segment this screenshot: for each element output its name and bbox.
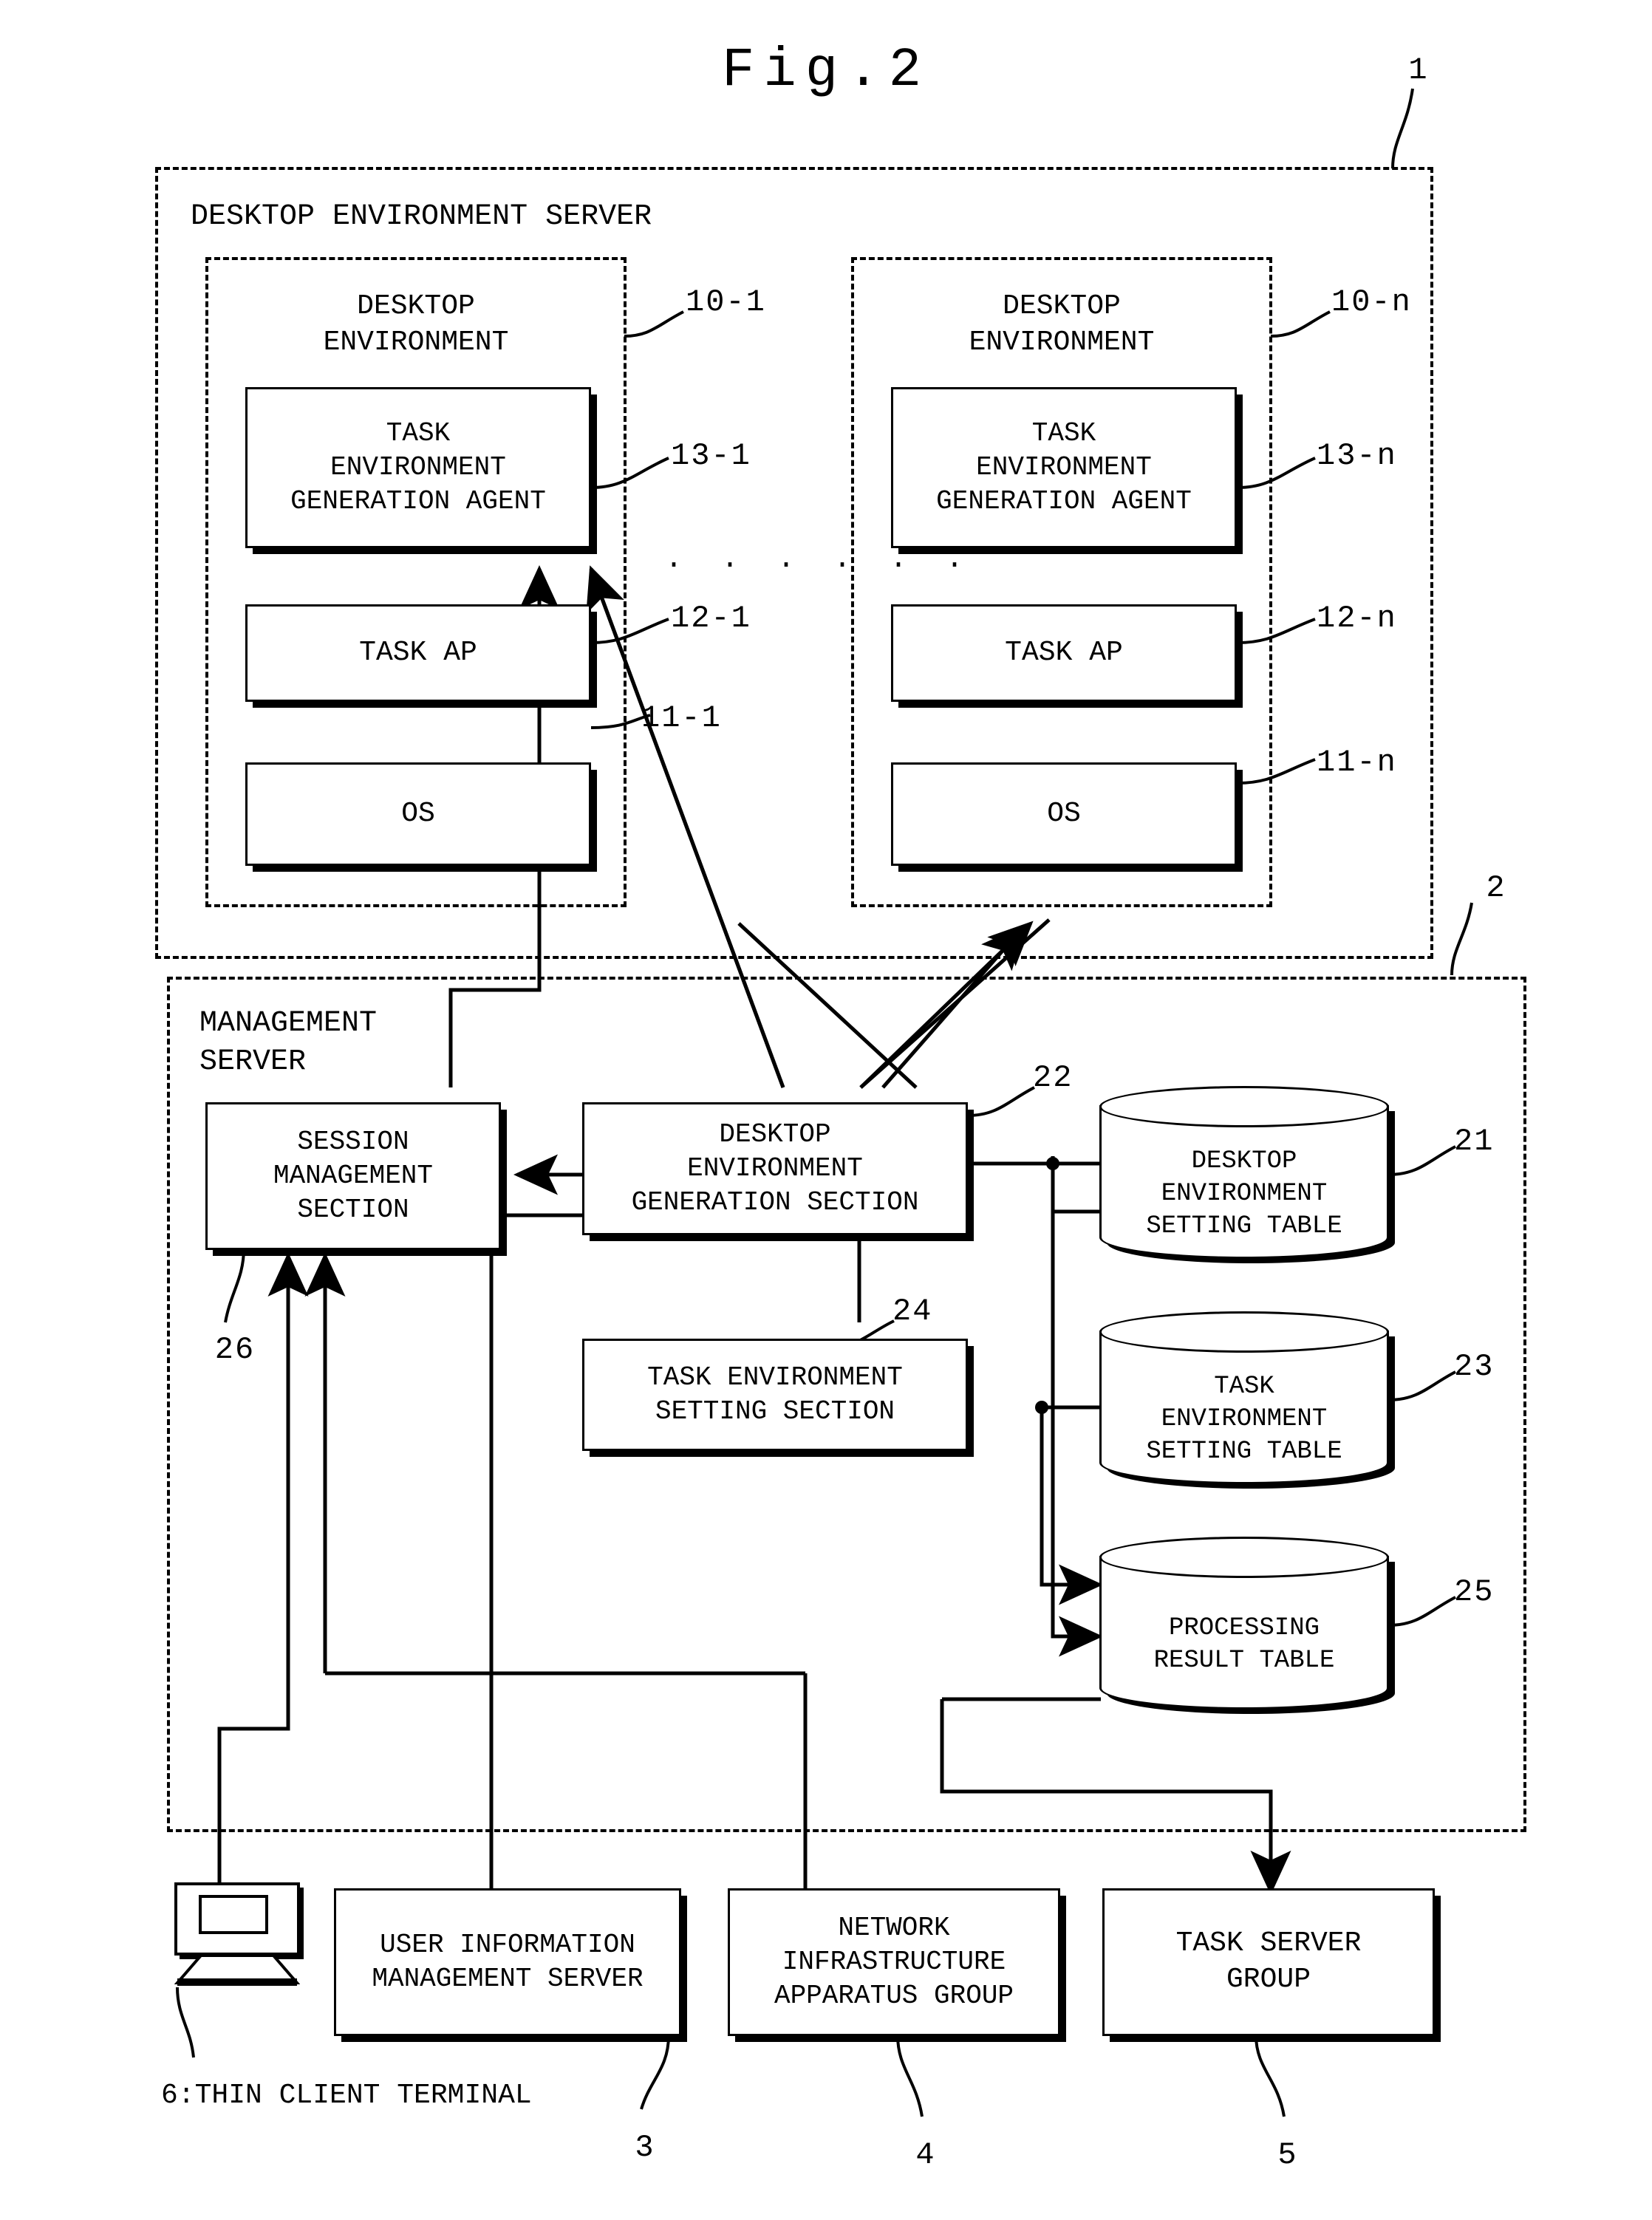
desktop-environment-generation-section-label: DESKTOP ENVIRONMENT GENERATION SECTION bbox=[631, 1118, 919, 1218]
ref-task-environment-setting-section: 24 bbox=[892, 1294, 933, 1329]
ref-agent-n: 13-n bbox=[1317, 438, 1397, 474]
ref-desktop-environment-setting-table: 21 bbox=[1454, 1124, 1495, 1159]
thin-client-terminal-label: 6:THIN CLIENT TERMINAL bbox=[161, 2080, 532, 2111]
ref-os-n: 11-n bbox=[1317, 745, 1397, 780]
ref-task-ap-1: 12-1 bbox=[671, 601, 751, 636]
cylinder-top bbox=[1099, 1086, 1389, 1127]
user-information-management-server[interactable]: USER INFORMATION MANAGEMENT SERVER bbox=[334, 1888, 681, 2036]
desktop-environment-1-label: DESKTOP ENVIRONMENT bbox=[323, 290, 509, 359]
cylinder-top bbox=[1099, 1537, 1389, 1578]
desktop-environment-setting-table-label: DESKTOP ENVIRONMENT SETTING TABLE bbox=[1146, 1147, 1342, 1241]
ref-user-info-server: 3 bbox=[635, 2130, 655, 2165]
ref-processing-result-table: 25 bbox=[1454, 1574, 1495, 1610]
network-infrastructure-apparatus-group[interactable]: NETWORK INFRASTRUCTURE APPARATUS GROUP bbox=[728, 1888, 1060, 2036]
task-environment-setting-table[interactable]: TASK ENVIRONMENT SETTING TABLE bbox=[1099, 1311, 1389, 1484]
session-management-section[interactable]: SESSION MANAGEMENT SECTION bbox=[205, 1102, 501, 1250]
processing-result-table[interactable]: PROCESSING RESULT TABLE bbox=[1099, 1537, 1389, 1710]
desktop-environment-server-label: DESKTOP ENVIRONMENT SERVER bbox=[191, 200, 652, 233]
task-environment-generation-agent-n-label: TASK ENVIRONMENT GENERATION AGENT bbox=[936, 417, 1192, 517]
task-environment-generation-agent-1[interactable]: TASK ENVIRONMENT GENERATION AGENT bbox=[245, 387, 591, 548]
task-server-group-label: TASK SERVER GROUP bbox=[1175, 1927, 1362, 1995]
ref-management-server: 2 bbox=[1486, 870, 1506, 906]
user-information-management-server-label: USER INFORMATION MANAGEMENT SERVER bbox=[372, 1929, 644, 1994]
thin-client-terminal-icon[interactable] bbox=[174, 1882, 300, 1993]
processing-result-table-label: PROCESSING RESULT TABLE bbox=[1153, 1613, 1335, 1675]
ref-agent-1: 13-1 bbox=[671, 438, 751, 474]
ref-task-ap-n: 12-n bbox=[1317, 601, 1397, 636]
task-environment-generation-agent-1-label: TASK ENVIRONMENT GENERATION AGENT bbox=[290, 417, 546, 517]
desktop-environment-setting-table[interactable]: DESKTOP ENVIRONMENT SETTING TABLE bbox=[1099, 1086, 1389, 1259]
os-n-label: OS bbox=[1047, 797, 1081, 830]
task-ap-n[interactable]: TASK AP bbox=[891, 604, 1237, 702]
desktop-environment-generation-section[interactable]: DESKTOP ENVIRONMENT GENERATION SECTION bbox=[582, 1102, 968, 1235]
task-ap-n-label: TASK AP bbox=[1005, 636, 1123, 669]
monitor-stand-icon bbox=[174, 1954, 300, 1986]
management-server-label: MANAGEMENT SERVER bbox=[199, 1007, 378, 1079]
ref-session-management-section: 26 bbox=[214, 1332, 256, 1367]
ref-task-server: 5 bbox=[1277, 2137, 1298, 2173]
ref-os-1: 11-1 bbox=[641, 700, 722, 736]
desktop-environment-n-label: DESKTOP ENVIRONMENT bbox=[969, 290, 1155, 359]
task-ap-1-label: TASK AP bbox=[359, 636, 477, 669]
environments-ellipsis: · · · · · · bbox=[665, 549, 975, 582]
os-1[interactable]: OS bbox=[245, 762, 591, 866]
ref-network-infra: 4 bbox=[915, 2137, 936, 2173]
session-management-section-label: SESSION MANAGEMENT SECTION bbox=[273, 1126, 434, 1226]
figure-canvas: Fig.2 DESKTOP ENVIRONMENT SERVER 1 DESKT… bbox=[0, 0, 1652, 2220]
cylinder-top bbox=[1099, 1311, 1389, 1353]
ref-system: 1 bbox=[1408, 52, 1429, 88]
task-environment-generation-agent-n[interactable]: TASK ENVIRONMENT GENERATION AGENT bbox=[891, 387, 1237, 548]
os-n[interactable]: OS bbox=[891, 762, 1237, 866]
task-environment-setting-section-label: TASK ENVIRONMENT SETTING SECTION bbox=[647, 1362, 903, 1427]
network-infrastructure-apparatus-group-label: NETWORK INFRASTRUCTURE APPARATUS GROUP bbox=[774, 1912, 1014, 2012]
ref-task-environment-setting-table: 23 bbox=[1454, 1349, 1495, 1384]
task-environment-setting-section[interactable]: TASK ENVIRONMENT SETTING SECTION bbox=[582, 1339, 968, 1451]
task-environment-setting-table-label: TASK ENVIRONMENT SETTING TABLE bbox=[1146, 1372, 1342, 1466]
os-1-label: OS bbox=[401, 797, 435, 830]
ref-desktop-env-1: 10-1 bbox=[686, 284, 766, 320]
task-ap-1[interactable]: TASK AP bbox=[245, 604, 591, 702]
task-server-group[interactable]: TASK SERVER GROUP bbox=[1102, 1888, 1435, 2036]
ref-desktop-env-n: 10-n bbox=[1331, 284, 1412, 320]
